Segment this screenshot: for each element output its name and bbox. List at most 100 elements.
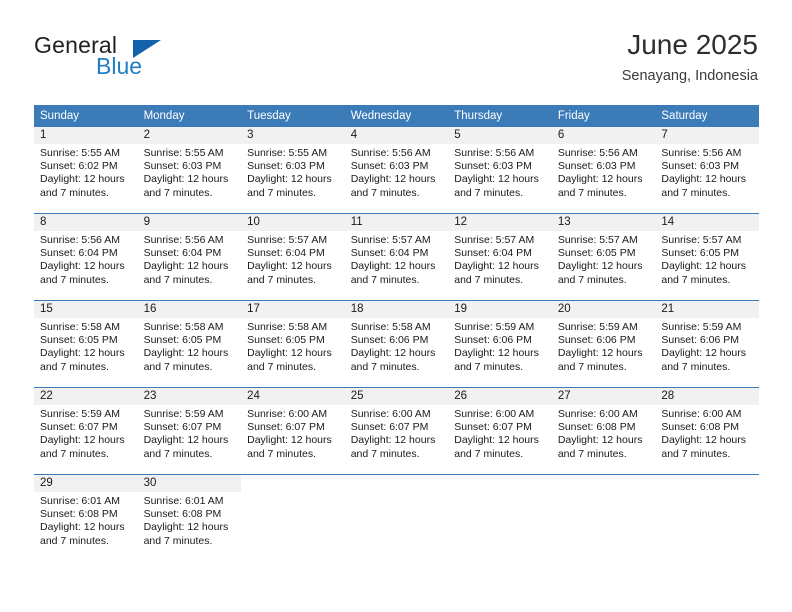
weekday-header-thursday: Thursday [448,105,552,127]
day-details: Sunrise: 6:00 AM Sunset: 6:07 PM Dayligh… [241,405,345,461]
day-details: Sunrise: 5:56 AM Sunset: 6:04 PM Dayligh… [34,231,138,287]
sunset-text: Sunset: 6:08 PM [40,508,118,521]
day-cell[interactable]: 29 Sunrise: 6:01 AM Sunset: 6:08 PM Dayl… [34,474,138,561]
day-cell[interactable]: 1 Sunrise: 5:55 AM Sunset: 6:02 PM Dayli… [34,127,138,214]
day-cell[interactable]: 27 Sunrise: 6:00 AM Sunset: 6:08 PM Dayl… [551,387,656,475]
title-block: June 2025 Senayang, Indonesia [622,28,758,86]
day-cell[interactable]: 23 Sunrise: 5:59 AM Sunset: 6:07 PM Dayl… [137,387,242,475]
sunrise-text: Sunrise: 5:56 AM [40,234,120,246]
sunrise-text: Sunrise: 6:00 AM [247,408,328,420]
general-blue-logo: General Blue [34,32,214,88]
daylight-text: Daylight: 12 hours and 7 minutes. [143,434,229,460]
sunrise-text: Sunrise: 5:57 AM [350,234,431,246]
sunrise-sunset-calendar: Sunday Monday Tuesday Wednesday Thursday… [34,105,759,561]
day-cell[interactable]: 30 Sunrise: 6:01 AM Sunset: 6:08 PM Dayl… [137,474,242,561]
day-number: 13 [551,214,656,231]
daylight-text: Daylight: 12 hours and 7 minutes. [40,260,125,286]
sunset-text: Sunset: 6:07 PM [40,421,118,434]
day-details: Sunrise: 5:57 AM Sunset: 6:05 PM Dayligh… [552,231,656,287]
day-cell[interactable]: 7 Sunrise: 5:56 AM Sunset: 6:03 PM Dayli… [655,127,759,214]
day-number: 1 [34,127,138,144]
day-cell[interactable]: 21 Sunrise: 5:59 AM Sunset: 6:06 PM Dayl… [655,300,759,388]
day-details: Sunrise: 5:55 AM Sunset: 6:03 PM Dayligh… [241,144,345,200]
day-cell[interactable]: 12 Sunrise: 5:57 AM Sunset: 6:04 PM Dayl… [448,213,552,301]
day-details: Sunrise: 5:59 AM Sunset: 6:06 PM Dayligh… [448,318,552,374]
day-number: 24 [241,388,345,405]
day-number: 17 [241,301,345,318]
sunset-text: Sunset: 6:04 PM [454,247,532,260]
day-cell-inner: 25 Sunrise: 6:00 AM Sunset: 6:07 PM Dayl… [344,388,449,474]
day-details: Sunrise: 6:00 AM Sunset: 6:07 PM Dayligh… [345,405,449,461]
day-cell[interactable]: 5 Sunrise: 5:56 AM Sunset: 6:03 PM Dayli… [448,127,552,214]
day-cell[interactable]: 20 Sunrise: 5:59 AM Sunset: 6:06 PM Dayl… [551,300,656,388]
day-cell[interactable]: 24 Sunrise: 6:00 AM Sunset: 6:07 PM Dayl… [241,387,345,475]
weekday-header-tuesday: Tuesday [241,105,345,127]
day-cell-inner: 11 Sunrise: 5:57 AM Sunset: 6:04 PM Dayl… [344,214,449,300]
day-cell[interactable]: 18 Sunrise: 5:58 AM Sunset: 6:06 PM Dayl… [344,300,449,388]
day-number: 26 [448,388,552,405]
sunrise-text: Sunrise: 5:59 AM [661,321,742,333]
day-cell[interactable]: 8 Sunrise: 5:56 AM Sunset: 6:04 PM Dayli… [34,213,138,301]
week-row: 22 Sunrise: 5:59 AM Sunset: 6:07 PM Dayl… [34,387,759,475]
day-cell-inner [552,475,656,561]
sunrise-text: Sunrise: 5:56 AM [661,147,742,159]
day-number [448,475,552,492]
daylight-text: Daylight: 12 hours and 7 minutes. [40,347,125,373]
day-cell-inner: 6 Sunrise: 5:56 AM Sunset: 6:03 PM Dayli… [551,127,656,213]
day-cell[interactable]: 16 Sunrise: 5:58 AM Sunset: 6:05 PM Dayl… [137,300,242,388]
daylight-text: Daylight: 12 hours and 7 minutes. [661,347,747,373]
day-cell[interactable]: 14 Sunrise: 5:57 AM Sunset: 6:05 PM Dayl… [655,213,759,301]
day-details: Sunrise: 5:58 AM Sunset: 6:06 PM Dayligh… [345,318,449,374]
day-details: Sunrise: 5:57 AM Sunset: 6:04 PM Dayligh… [448,231,552,287]
day-details: Sunrise: 6:00 AM Sunset: 6:07 PM Dayligh… [448,405,552,461]
day-cell-inner: 28 Sunrise: 6:00 AM Sunset: 6:08 PM Dayl… [655,388,759,474]
day-cell-inner [241,475,345,561]
day-cell[interactable]: 25 Sunrise: 6:00 AM Sunset: 6:07 PM Dayl… [344,387,449,475]
day-cell-inner: 16 Sunrise: 5:58 AM Sunset: 6:05 PM Dayl… [137,301,242,387]
logo-text-blue: Blue [96,53,143,79]
day-cell-inner: 23 Sunrise: 5:59 AM Sunset: 6:07 PM Dayl… [137,388,242,474]
day-cell[interactable]: 19 Sunrise: 5:59 AM Sunset: 6:06 PM Dayl… [448,300,552,388]
day-cell-inner: 14 Sunrise: 5:57 AM Sunset: 6:05 PM Dayl… [655,214,759,300]
day-details: Sunrise: 5:57 AM Sunset: 6:04 PM Dayligh… [241,231,345,287]
sunset-text: Sunset: 6:03 PM [661,160,740,173]
day-cell-inner: 26 Sunrise: 6:00 AM Sunset: 6:07 PM Dayl… [448,388,552,474]
daylight-text: Daylight: 12 hours and 7 minutes. [557,434,643,460]
day-cell[interactable]: 26 Sunrise: 6:00 AM Sunset: 6:07 PM Dayl… [448,387,552,475]
sunset-text: Sunset: 6:08 PM [143,508,222,521]
day-cell-inner: 24 Sunrise: 6:00 AM Sunset: 6:07 PM Dayl… [241,388,345,474]
day-number: 12 [448,214,552,231]
day-details: Sunrise: 5:59 AM Sunset: 6:06 PM Dayligh… [552,318,656,374]
sunset-text: Sunset: 6:05 PM [247,334,325,347]
sunset-text: Sunset: 6:06 PM [454,334,532,347]
day-details: Sunrise: 5:57 AM Sunset: 6:04 PM Dayligh… [345,231,449,287]
day-cell-inner: 1 Sunrise: 5:55 AM Sunset: 6:02 PM Dayli… [34,127,138,213]
sunset-text: Sunset: 6:06 PM [557,334,636,347]
day-cell[interactable]: 11 Sunrise: 5:57 AM Sunset: 6:04 PM Dayl… [344,213,449,301]
day-cell-inner: 2 Sunrise: 5:55 AM Sunset: 6:03 PM Dayli… [137,127,242,213]
day-number: 8 [34,214,138,231]
day-cell[interactable]: 17 Sunrise: 5:58 AM Sunset: 6:05 PM Dayl… [241,300,345,388]
sunset-text: Sunset: 6:06 PM [350,334,429,347]
day-cell[interactable]: 15 Sunrise: 5:58 AM Sunset: 6:05 PM Dayl… [34,300,138,388]
sunrise-text: Sunrise: 5:56 AM [350,147,431,159]
day-cell[interactable]: 13 Sunrise: 5:57 AM Sunset: 6:05 PM Dayl… [551,213,656,301]
day-cell[interactable]: 22 Sunrise: 5:59 AM Sunset: 6:07 PM Dayl… [34,387,138,475]
sunrise-text: Sunrise: 5:59 AM [143,408,224,420]
day-cell-inner: 13 Sunrise: 5:57 AM Sunset: 6:05 PM Dayl… [551,214,656,300]
day-cell[interactable]: 4 Sunrise: 5:56 AM Sunset: 6:03 PM Dayli… [344,127,449,214]
day-cell[interactable]: 28 Sunrise: 6:00 AM Sunset: 6:08 PM Dayl… [655,387,759,475]
day-cell-empty [551,474,656,561]
day-cell[interactable]: 10 Sunrise: 5:57 AM Sunset: 6:04 PM Dayl… [241,213,345,301]
sunset-text: Sunset: 6:03 PM [350,160,429,173]
sunset-text: Sunset: 6:06 PM [661,334,740,347]
sunrise-text: Sunrise: 5:56 AM [557,147,638,159]
day-cell[interactable]: 6 Sunrise: 5:56 AM Sunset: 6:03 PM Dayli… [551,127,656,214]
sunrise-text: Sunrise: 6:00 AM [661,408,742,420]
day-cell-empty [448,474,552,561]
day-cell[interactable]: 9 Sunrise: 5:56 AM Sunset: 6:04 PM Dayli… [137,213,242,301]
day-cell[interactable]: 3 Sunrise: 5:55 AM Sunset: 6:03 PM Dayli… [241,127,345,214]
weekday-header-friday: Friday [551,105,656,127]
week-row: 1 Sunrise: 5:55 AM Sunset: 6:02 PM Dayli… [34,127,759,214]
day-cell[interactable]: 2 Sunrise: 5:55 AM Sunset: 6:03 PM Dayli… [137,127,242,214]
